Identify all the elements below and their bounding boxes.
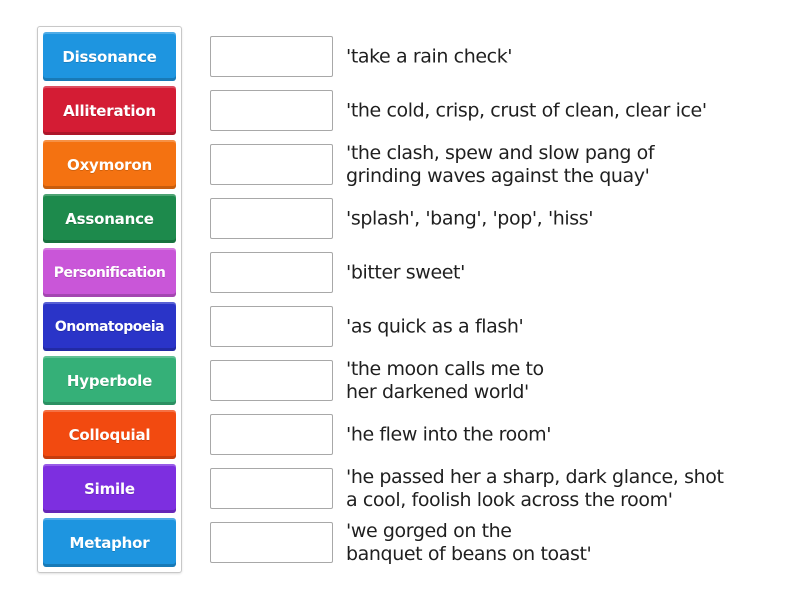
term-tile-hyperbole[interactable]: Hyperbole: [43, 356, 176, 405]
drop-slot[interactable]: [210, 468, 333, 509]
clue-line: 'bitter sweet': [346, 261, 465, 284]
match-row: 'splash', 'bang', 'pop', 'hiss': [210, 198, 790, 240]
match-row: 'bitter sweet': [210, 252, 790, 294]
match-row: 'he flew into the room': [210, 414, 790, 456]
drop-slot[interactable]: [210, 90, 333, 131]
clue-line: her darkened world': [346, 381, 529, 403]
match-row: 'take a rain check': [210, 36, 790, 78]
drop-slot[interactable]: [210, 360, 333, 401]
term-tray: Dissonance Alliteration Oxymoron Assonan…: [37, 26, 182, 573]
drop-slot[interactable]: [210, 252, 333, 293]
match-row: 'the moon calls me to her darkened world': [210, 358, 790, 404]
match-row: 'he passed her a sharp, dark glance, sho…: [210, 466, 790, 512]
term-tile-assonance[interactable]: Assonance: [43, 194, 176, 243]
clue-text: 'splash', 'bang', 'pop', 'hiss': [346, 207, 594, 231]
term-tile-alliteration[interactable]: Alliteration: [43, 86, 176, 135]
term-tile-oxymoron[interactable]: Oxymoron: [43, 140, 176, 189]
match-row: 'we gorged on the banquet of beans on toa…: [210, 520, 790, 566]
match-row: 'as quick as a flash': [210, 306, 790, 348]
match-row: 'the cold, crisp, crust of clean, clear …: [210, 90, 790, 132]
drop-slot[interactable]: [210, 522, 333, 563]
clue-line: banquet of beans on toast': [346, 543, 592, 565]
clue-line: 'the clash, spew and slow pang of: [346, 142, 655, 164]
term-tile-simile[interactable]: Simile: [43, 464, 176, 513]
clue-line: 'as quick as a flash': [346, 315, 524, 338]
clue-line: 'we gorged on the: [346, 520, 512, 542]
clue-text: 'take a rain check': [346, 45, 513, 69]
drop-slot[interactable]: [210, 144, 333, 185]
clue-text: 'as quick as a flash': [346, 315, 524, 339]
term-tile-metaphor[interactable]: Metaphor: [43, 518, 176, 567]
clue-text: 'the cold, crisp, crust of clean, clear …: [346, 100, 707, 123]
clue-text: 'the moon calls me to her darkened world': [346, 358, 544, 404]
clue-line: 'he flew into the room': [346, 423, 552, 446]
clue-line: grinding waves against the quay': [346, 165, 650, 187]
term-tile-personification[interactable]: Personification: [43, 248, 176, 297]
drop-slot[interactable]: [210, 306, 333, 347]
clue-line: a cool, foolish look across the room': [346, 489, 673, 511]
clue-text: 'the clash, spew and slow pang of grindin…: [346, 142, 655, 188]
term-tile-colloquial[interactable]: Colloquial: [43, 410, 176, 459]
clue-line: 'he passed her a sharp, dark glance, sho…: [346, 466, 724, 488]
clue-line: 'the cold, crisp, crust of clean, clear …: [346, 99, 707, 122]
drop-slot[interactable]: [210, 414, 333, 455]
term-tile-onomatopoeia[interactable]: Onomatopoeia: [43, 302, 176, 351]
clue-text: 'he passed her a sharp, dark glance, sho…: [346, 466, 724, 512]
match-row: 'the clash, spew and slow pang of grindin…: [210, 142, 790, 188]
clue-text: 'we gorged on the banquet of beans on toa…: [346, 520, 592, 566]
clue-text: 'bitter sweet': [346, 262, 465, 285]
drop-slot[interactable]: [210, 198, 333, 239]
clue-line: 'take a rain check': [346, 45, 513, 68]
clue-text: 'he flew into the room': [346, 424, 551, 447]
term-tile-dissonance[interactable]: Dissonance: [43, 32, 176, 81]
clue-line: 'the moon calls me to: [346, 358, 544, 380]
clue-line: 'splash', 'bang', 'pop', 'hiss': [346, 207, 594, 230]
drop-slot[interactable]: [210, 36, 333, 77]
